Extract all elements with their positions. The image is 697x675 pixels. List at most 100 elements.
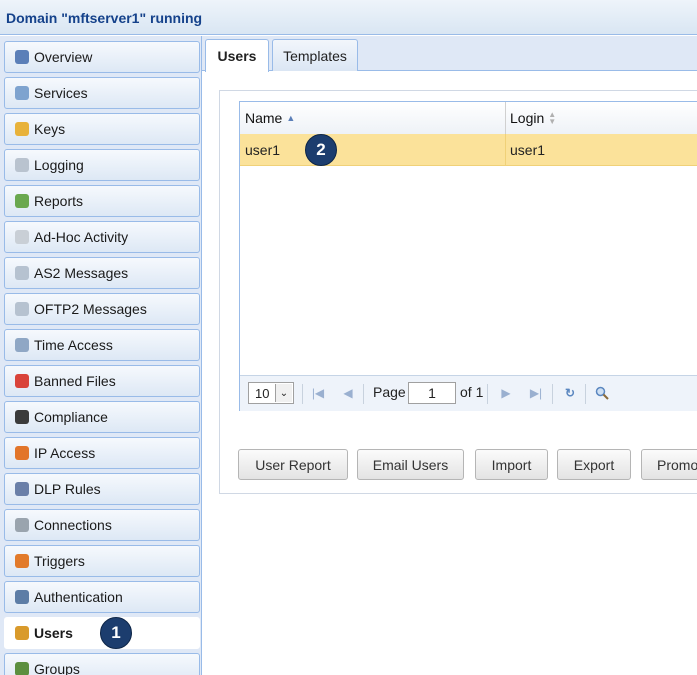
sidebar-item-authentication[interactable]: Authentication [4,581,200,613]
shield-icon [15,482,29,496]
column-header-login[interactable]: Login ▲ ▼ [505,102,697,134]
pager-divider [363,384,364,404]
sidebar-item-label: Logging [34,157,84,173]
tab-templates[interactable]: Templates [272,39,358,71]
callout-marker-1: 1 [100,617,132,649]
sidebar-item-ad-hoc-activity[interactable]: Ad-Hoc Activity [4,221,200,253]
sidebar-item-label: Keys [34,121,66,137]
window-title: Domain "mftserver1" running [6,10,203,26]
sidebar-item-label: OFTP2 Messages [34,301,147,317]
reports-icon [15,194,29,208]
import-label: Import [491,456,532,473]
sidebar-item-triggers[interactable]: Triggers [4,545,200,577]
page-label: Page [373,384,406,400]
sidebar-item-ip-access[interactable]: IP Access [4,437,200,469]
sort-asc-icon: ▲ [286,113,296,123]
first-page-icon[interactable]: |◀ [310,384,326,402]
logging-icon [15,158,29,172]
user-report-label: User Report [255,456,331,473]
column-header-name[interactable]: Name ▲ [240,102,505,134]
page-size-value: 10 [255,386,270,401]
tab-users[interactable]: Users [205,39,269,72]
main-panel: Users Templates Name ▲ Login ▲ ▼ user1 us… [202,36,697,675]
sidebar-item-time-access[interactable]: Time Access [4,329,200,361]
callout-marker-2: 2 [305,134,337,166]
sidebar-item-services[interactable]: Services [4,77,200,109]
sidebar-item-label: IP Access [34,445,96,461]
pager-divider [585,384,586,404]
sidebar-item-logging[interactable]: Logging [4,149,200,181]
last-page-icon[interactable]: ▶| [528,384,544,402]
sidebar-item-label: Reports [34,193,84,209]
sidebar-item-keys[interactable]: Keys [4,113,200,145]
sidebar: Overview Services Keys Logging Reports Ad-Hoc… [0,36,202,675]
import-button[interactable]: Import [475,449,548,480]
sidebar-item-label: AS2 Messages [34,265,129,281]
sidebar-item-as2-messages[interactable]: AS2 Messages [4,257,200,289]
sidebar-item-label: Banned Files [34,373,116,389]
cell-login: user1 [505,134,697,166]
sidebar-item-label: Triggers [34,553,85,569]
sidebar-item-label: Services [34,85,88,101]
sidebar-item-compliance[interactable]: Compliance [4,401,200,433]
export-label: Export [573,456,615,473]
tab-users-label: Users [217,48,257,64]
refresh-icon[interactable]: ↻ [562,384,578,402]
email-users-button[interactable]: Email Users [357,449,464,480]
banned-icon [15,374,29,388]
sidebar-item-oftp2-messages[interactable]: OFTP2 Messages [4,293,200,325]
compliance-icon [15,410,29,424]
ip-access-icon [15,446,29,460]
oftp2-icon [15,302,29,316]
pagination-toolbar: 10 ⌄ |◀ ◀ Page 1 of 1 ▶ ▶| ↻ [240,375,697,411]
time-access-icon [15,338,29,352]
user-report-button[interactable]: User Report [238,449,348,480]
promote-button[interactable]: Promo [641,449,697,480]
authentication-icon [15,590,29,604]
page-number-input[interactable]: 1 [408,382,456,404]
sidebar-item-banned-files[interactable]: Banned Files [4,365,200,397]
user-name-value: user1 [245,142,281,158]
connections-icon [15,518,29,532]
email-users-label: Email Users [372,456,449,473]
column-name-label: Name [245,110,283,126]
tab-templates-label: Templates [283,47,347,64]
sidebar-item-label: Connections [34,517,112,533]
sidebar-item-label: Ad-Hoc Activity [34,229,129,245]
window-titlebar: Domain "mftserver1" running [0,0,697,35]
keys-icon [15,122,29,136]
chevron-down-icon[interactable]: ⌄ [275,384,292,402]
sidebar-item-connections[interactable]: Connections [4,509,200,541]
promote-label: Promo [657,456,697,473]
sidebar-item-label: Groups [34,661,80,675]
user-login-value: user1 [510,142,546,158]
column-login-label: Login [510,110,545,126]
sidebar-item-dlp-rules[interactable]: DLP Rules [4,473,200,505]
sidebar-item-label: Overview [34,49,93,65]
export-button[interactable]: Export [557,449,631,480]
pager-divider [302,384,303,404]
page-size-select[interactable]: 10 ⌄ [248,382,294,404]
services-icon [15,86,29,100]
pager-divider [487,384,488,404]
cell-name: user1 [240,134,510,166]
sort-unsorted-icon: ▲ ▼ [548,110,557,126]
search-icon[interactable] [594,384,610,402]
sidebar-item-reports[interactable]: Reports [4,185,200,217]
page-count-label: of 1 [460,384,484,400]
sidebar-item-groups[interactable]: Groups [4,653,200,675]
overview-icon [15,50,29,64]
next-page-icon[interactable]: ▶ [498,384,514,402]
sidebar-item-label: DLP Rules [34,481,101,497]
sidebar-item-label: Compliance [34,409,108,425]
sidebar-item-label: Users [34,625,73,641]
sidebar-item-overview[interactable]: Overview [4,41,200,73]
previous-page-icon[interactable]: ◀ [340,384,356,402]
user-icon [15,626,29,640]
tab-strip: Users Templates [202,36,697,72]
triggers-icon [15,554,29,568]
groups-icon [15,662,29,675]
pager-divider [552,384,553,404]
sidebar-item-label: Authentication [34,589,123,605]
envelope-icon [15,230,29,244]
